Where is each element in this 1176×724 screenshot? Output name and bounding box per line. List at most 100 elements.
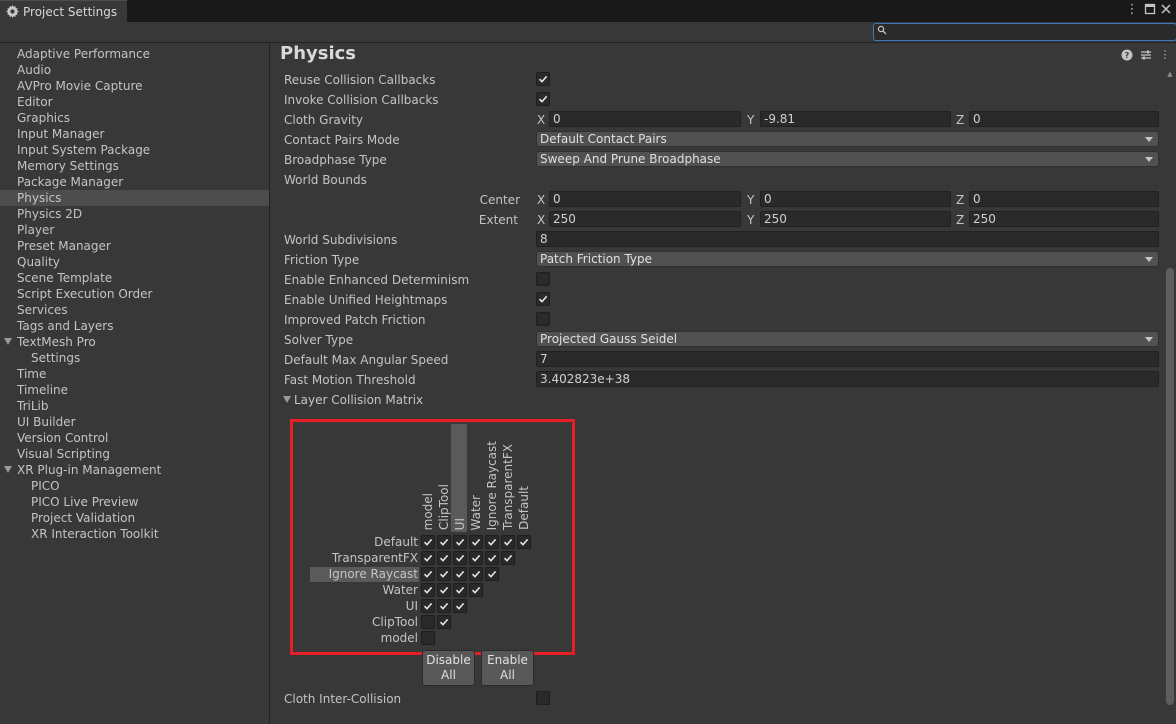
sidebar-item[interactable]: Graphics bbox=[0, 110, 269, 126]
cloth-gravity-z-field[interactable]: 0 bbox=[969, 111, 1159, 127]
sidebar-item[interactable]: Physics 2D bbox=[0, 206, 269, 222]
project-settings-tab[interactable]: Project Settings bbox=[0, 0, 127, 22]
kebab-menu-icon[interactable]: ⋮ bbox=[1159, 49, 1171, 61]
matrix-cell-checkbox[interactable] bbox=[421, 631, 435, 645]
close-icon[interactable] bbox=[1159, 3, 1173, 17]
sidebar-item-label: XR Plug-in Management bbox=[17, 463, 162, 477]
sidebar-item[interactable]: AVPro Movie Capture bbox=[0, 78, 269, 94]
unified-heightmaps-checkbox[interactable] bbox=[536, 292, 550, 306]
disable-all-button[interactable]: Disable All bbox=[422, 650, 475, 686]
sidebar-item[interactable]: PICO bbox=[0, 478, 269, 494]
matrix-cell-checkbox[interactable] bbox=[469, 551, 483, 565]
sidebar-item[interactable]: Services bbox=[0, 302, 269, 318]
sidebar-item[interactable]: Time bbox=[0, 366, 269, 382]
sidebar-item[interactable]: Input System Package bbox=[0, 142, 269, 158]
matrix-cell-checkbox[interactable] bbox=[437, 535, 451, 549]
maximize-icon[interactable] bbox=[1143, 3, 1157, 17]
sidebar-item[interactable]: UI Builder bbox=[0, 414, 269, 430]
cloth-gravity-y-field[interactable]: -9.81 bbox=[760, 111, 951, 127]
matrix-cell-checkbox[interactable] bbox=[437, 615, 451, 629]
default-max-angular-speed-field[interactable]: 7 bbox=[536, 351, 1159, 367]
matrix-cell-checkbox[interactable] bbox=[437, 583, 451, 597]
matrix-cell-checkbox[interactable] bbox=[453, 567, 467, 581]
sidebar-item[interactable]: XR Interaction Toolkit bbox=[0, 526, 269, 542]
cloth-inter-collision-checkbox[interactable] bbox=[536, 691, 550, 705]
sidebar-item[interactable]: Preset Manager bbox=[0, 238, 269, 254]
sidebar-item[interactable]: TriLib bbox=[0, 398, 269, 414]
sidebar-item[interactable]: TextMesh Pro bbox=[0, 334, 269, 350]
matrix-cell-checkbox[interactable] bbox=[437, 551, 451, 565]
matrix-cell-checkbox[interactable] bbox=[469, 567, 483, 581]
checkmark-icon bbox=[423, 586, 433, 594]
matrix-cell-checkbox[interactable] bbox=[453, 583, 467, 597]
matrix-cell-checkbox[interactable] bbox=[485, 535, 499, 549]
sidebar-item[interactable]: Project Validation bbox=[0, 510, 269, 526]
sidebar-item[interactable]: XR Plug-in Management bbox=[0, 462, 269, 478]
sidebar-item[interactable]: Input Manager bbox=[0, 126, 269, 142]
solver-type-dropdown[interactable]: Projected Gauss Seidel bbox=[536, 331, 1159, 347]
search-input[interactable] bbox=[873, 23, 1176, 41]
enable-all-button[interactable]: Enable All bbox=[481, 650, 534, 686]
matrix-cell-checkbox[interactable] bbox=[421, 535, 435, 549]
matrix-cell-checkbox[interactable] bbox=[501, 551, 515, 565]
matrix-cell-checkbox[interactable] bbox=[453, 551, 467, 565]
sidebar-item[interactable]: Quality bbox=[0, 254, 269, 270]
extent-y-field[interactable]: 250 bbox=[760, 211, 951, 227]
matrix-cell-checkbox[interactable] bbox=[421, 567, 435, 581]
center-z-field[interactable]: 0 bbox=[969, 191, 1159, 207]
center-x-field[interactable]: 0 bbox=[549, 191, 741, 207]
matrix-cell-checkbox[interactable] bbox=[469, 583, 483, 597]
sidebar-item[interactable]: Version Control bbox=[0, 430, 269, 446]
world-subdivisions-field[interactable]: 8 bbox=[536, 231, 1159, 247]
extent-z-field[interactable]: 250 bbox=[969, 211, 1159, 227]
scrollbar-thumb[interactable] bbox=[1166, 268, 1174, 705]
matrix-cell-checkbox[interactable] bbox=[421, 599, 435, 613]
sidebar-item[interactable]: Memory Settings bbox=[0, 158, 269, 174]
help-icon[interactable]: ? bbox=[1121, 49, 1133, 61]
matrix-cell-checkbox[interactable] bbox=[469, 535, 483, 549]
expand-arrow-icon[interactable] bbox=[4, 466, 12, 473]
sidebar-item[interactable]: Player bbox=[0, 222, 269, 238]
cloth-gravity-x-field[interactable]: 0 bbox=[549, 111, 741, 127]
matrix-cell-checkbox[interactable] bbox=[437, 599, 451, 613]
sidebar-item[interactable]: Package Manager bbox=[0, 174, 269, 190]
more-icon[interactable]: ⋮ bbox=[1125, 3, 1139, 17]
sidebar-item[interactable]: Audio bbox=[0, 62, 269, 78]
improved-patch-friction-checkbox[interactable] bbox=[536, 312, 550, 326]
reuse-collision-callbacks-checkbox[interactable] bbox=[536, 72, 550, 86]
broadphase-type-dropdown[interactable]: Sweep And Prune Broadphase bbox=[536, 151, 1159, 167]
expand-arrow-icon[interactable] bbox=[4, 338, 12, 345]
matrix-cell-checkbox[interactable] bbox=[501, 535, 515, 549]
matrix-cell-checkbox[interactable] bbox=[421, 583, 435, 597]
sidebar-item[interactable]: Settings bbox=[0, 350, 269, 366]
extent-x-field[interactable]: 250 bbox=[549, 211, 741, 227]
matrix-cell-checkbox[interactable] bbox=[437, 567, 451, 581]
sidebar-item[interactable]: Visual Scripting bbox=[0, 446, 269, 462]
invoke-collision-callbacks-checkbox[interactable] bbox=[536, 92, 550, 106]
layer-collision-matrix-label[interactable]: Layer Collision Matrix bbox=[294, 390, 423, 410]
matrix-cell-checkbox[interactable] bbox=[421, 615, 435, 629]
sidebar-item[interactable]: Tags and Layers bbox=[0, 318, 269, 334]
contact-pairs-mode-dropdown[interactable]: Default Contact Pairs bbox=[536, 131, 1159, 147]
sidebar-item[interactable]: Timeline bbox=[0, 382, 269, 398]
friction-type-dropdown[interactable]: Patch Friction Type bbox=[536, 251, 1159, 267]
sidebar-item[interactable]: Scene Template bbox=[0, 270, 269, 286]
enhanced-determinism-label: Enable Enhanced Determinism bbox=[284, 273, 470, 287]
matrix-cell-checkbox[interactable] bbox=[453, 599, 467, 613]
matrix-cell-checkbox[interactable] bbox=[453, 535, 467, 549]
sidebar-item[interactable]: Adaptive Performance bbox=[0, 46, 269, 62]
sidebar-item[interactable]: PICO Live Preview bbox=[0, 494, 269, 510]
sidebar-item[interactable]: Script Execution Order bbox=[0, 286, 269, 302]
matrix-cell-checkbox[interactable] bbox=[485, 551, 499, 565]
matrix-cell-checkbox[interactable] bbox=[421, 551, 435, 565]
sidebar-item[interactable]: Editor bbox=[0, 94, 269, 110]
center-y-field[interactable]: 0 bbox=[760, 191, 951, 207]
scroll-up-icon[interactable]: ▲ bbox=[1166, 70, 1174, 78]
foldout-arrow-icon[interactable] bbox=[283, 396, 291, 403]
enhanced-determinism-checkbox[interactable] bbox=[536, 272, 550, 286]
sidebar-item[interactable]: Physics bbox=[0, 190, 269, 206]
fast-motion-threshold-field[interactable]: 3.402823e+38 bbox=[536, 371, 1159, 387]
matrix-cell-checkbox[interactable] bbox=[517, 535, 531, 549]
matrix-cell-checkbox[interactable] bbox=[485, 567, 499, 581]
preset-icon[interactable] bbox=[1140, 49, 1152, 61]
